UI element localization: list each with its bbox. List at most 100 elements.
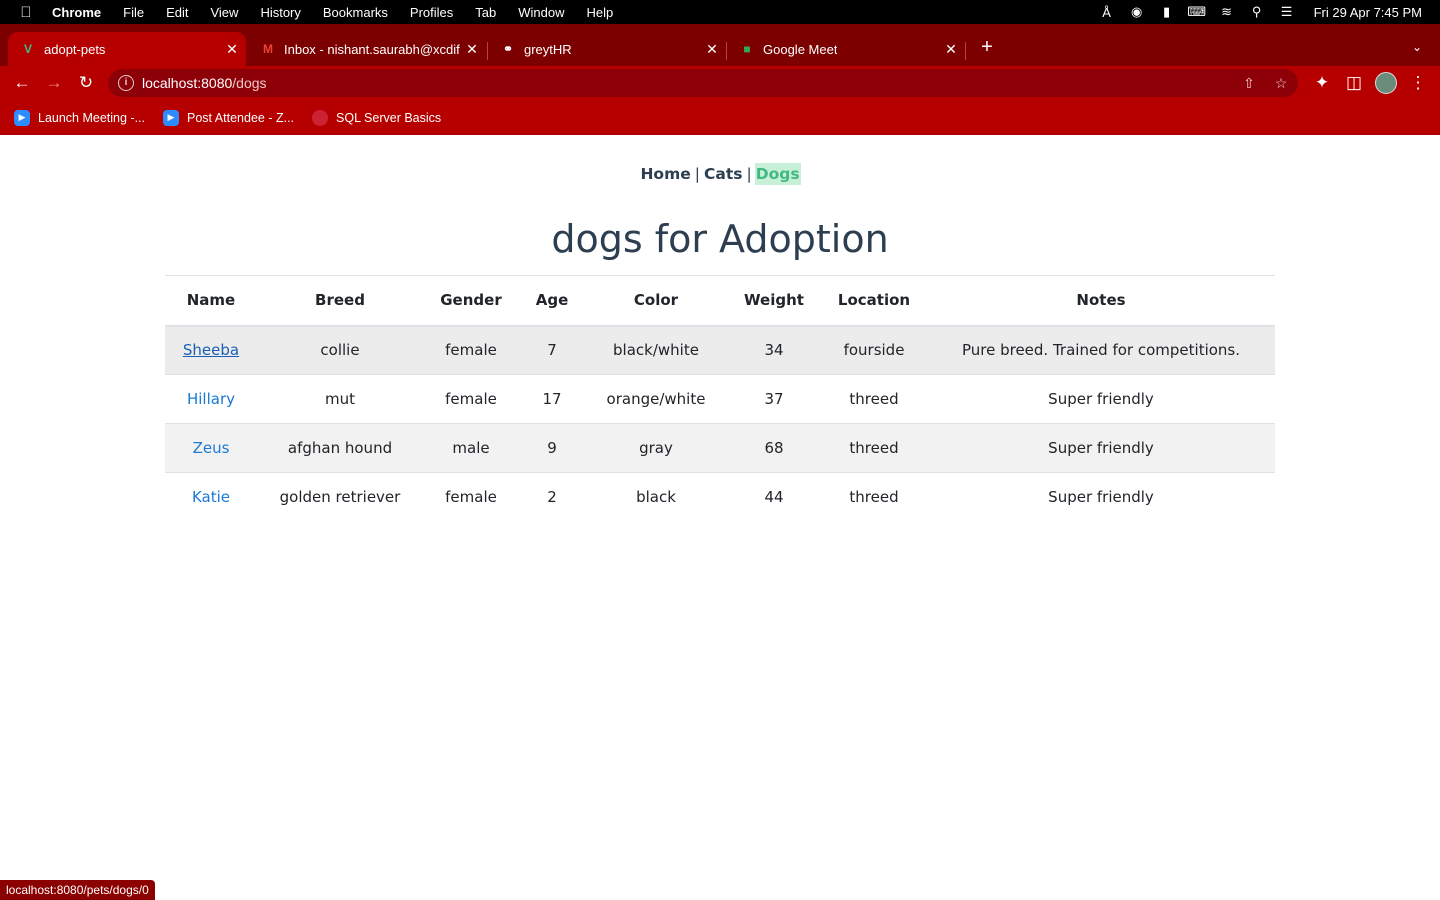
nav-link-cats[interactable]: Cats [703, 163, 743, 185]
close-icon[interactable]: ✕ [224, 41, 240, 57]
gmail-icon: M [263, 42, 273, 56]
table-row[interactable]: Hillary mut female 17 orange/white 37 th… [165, 374, 1275, 424]
table-row[interactable]: Zeus afghan hound male 9 gray 68 threed … [165, 423, 1275, 473]
nav-link-dogs[interactable]: Dogs [754, 163, 801, 185]
col-header-location: Location [821, 275, 927, 327]
cell-color: black [636, 488, 676, 507]
side-panel-icon[interactable]: ◫ [1342, 71, 1366, 95]
cell-location: threed [821, 423, 927, 473]
cell-notes: Super friendly [927, 423, 1275, 473]
cell-notes: Pure breed. Trained for competitions. [927, 325, 1275, 375]
col-header-name: Name [165, 275, 257, 327]
nav-separator: | [694, 165, 700, 183]
cell-weight: 68 [727, 423, 821, 473]
cell-breed: collie [257, 325, 423, 375]
cell-name: Hillary [165, 374, 257, 424]
menu-profiles[interactable]: Profiles [399, 5, 464, 20]
cell-breed: afghan hound [257, 423, 423, 473]
menu-window[interactable]: Window [507, 5, 575, 20]
share-icon[interactable]: ⇧ [1240, 74, 1258, 92]
menu-history[interactable]: History [249, 5, 311, 20]
menu-bookmarks[interactable]: Bookmarks [312, 5, 399, 20]
reload-icon[interactable]: ↻ [74, 71, 98, 95]
bookmark-sql-server[interactable]: SQL Server Basics [312, 109, 441, 126]
new-tab-button[interactable]: + [976, 36, 998, 58]
bookmark-post-attendee[interactable]: ▶ Post Attendee - Z... [163, 109, 295, 126]
url-path: /dogs [232, 75, 267, 91]
bookmark-star-icon[interactable]: ☆ [1272, 74, 1290, 92]
menu-file[interactable]: File [112, 5, 155, 20]
zoom-icon: ▶ [14, 109, 30, 126]
pets-table: Name Breed Gender Age Color Weight Locat… [165, 275, 1275, 522]
menu-view[interactable]: View [199, 5, 249, 20]
tab-title: Inbox - nishant.saurabh@xcdify [284, 41, 460, 57]
pet-name-link[interactable]: Hillary [187, 390, 235, 408]
tab-greythr[interactable]: ⚭ greytHR ✕ [488, 32, 726, 66]
col-header-weight: Weight [727, 275, 821, 327]
apple-menu-icon[interactable]:  [0, 4, 52, 21]
address-bar[interactable]: i localhost:8080/dogs ⇧ ☆ [108, 69, 1298, 97]
meet-icon: ■ [743, 42, 751, 56]
pet-name-link[interactable]: Zeus [193, 439, 230, 457]
url-host: localhost:8080 [142, 75, 233, 91]
wifi-icon[interactable]: ≋ [1212, 4, 1242, 20]
address-url[interactable]: localhost:8080/dogs [142, 75, 267, 91]
tab-divider [965, 42, 966, 60]
extensions-puzzle-icon[interactable]: ✦ [1310, 71, 1334, 95]
table-row[interactable]: Katie golden retriever female 2 black 44… [165, 473, 1275, 522]
pet-name-link[interactable]: Sheeba [183, 341, 239, 359]
cell-notes: Super friendly [927, 374, 1275, 424]
cell-location: threed [849, 488, 899, 507]
cell-age: 9 [519, 423, 585, 473]
col-header-gender: Gender [423, 275, 519, 327]
cell-notes: Super friendly [1048, 488, 1154, 507]
battery-icon[interactable]: ▮ [1152, 4, 1182, 20]
cell-gender: male [423, 423, 519, 473]
vue-icon: V [23, 42, 32, 56]
tab-title: greytHR [524, 41, 572, 57]
pet-name-link[interactable]: Katie [192, 488, 230, 506]
tab-google-meet[interactable]: ■ Google Meet ✕ [727, 32, 965, 66]
back-arrow-icon[interactable]: ← [10, 71, 34, 95]
menubar-clock[interactable]: Fri 29 Apr 7:45 PM [1302, 5, 1422, 20]
site-info-icon[interactable]: i [118, 75, 134, 91]
close-icon[interactable]: ✕ [943, 41, 959, 57]
menu-app-chrome[interactable]: Chrome [52, 5, 112, 20]
tab-inbox[interactable]: M Inbox - nishant.saurabh@xcdify ✕ [248, 32, 486, 66]
kebab-menu-icon[interactable]: ⋮ [1406, 71, 1430, 95]
cell-age: 7 [519, 325, 585, 375]
forward-arrow-icon[interactable]: → [42, 71, 66, 95]
search-icon[interactable]: ⚲ [1242, 4, 1272, 20]
menu-edit[interactable]: Edit [155, 5, 199, 20]
bookmarks-bar: ▶ Launch Meeting -... ▶ Post Attendee - … [0, 100, 1440, 135]
close-icon[interactable]: ✕ [464, 41, 480, 57]
globe-icon: ⚭ [502, 42, 514, 56]
col-header-notes: Notes [927, 275, 1275, 327]
cell-weight: 34 [727, 325, 821, 375]
bluetooth-icon[interactable]: Å [1092, 5, 1122, 20]
bookmark-label: Post Attendee - Z... [187, 110, 295, 125]
col-header-breed: Breed [257, 275, 423, 327]
zoom-icon: ▶ [163, 109, 180, 126]
bookmark-label: Launch Meeting -... [38, 110, 146, 125]
menu-tab[interactable]: Tab [464, 5, 507, 20]
col-header-color: Color [585, 275, 727, 327]
cell-color: gray [585, 423, 727, 473]
nav-link-home[interactable]: Home [639, 163, 691, 185]
cell-color: orange/white [585, 374, 727, 424]
tab-adopt-pets[interactable]: V adopt-pets ✕ [8, 32, 246, 66]
control-center-icon[interactable]: ☰ [1272, 4, 1302, 20]
page-content: Home | Cats | Dogs dogs for Adoption Name Br… [0, 135, 1440, 900]
tab-search-chevron-icon[interactable]: ⌄ [1406, 36, 1428, 58]
tab-title: adopt-pets [44, 41, 106, 57]
profile-avatar[interactable] [1375, 72, 1397, 94]
table-row[interactable]: Sheeba collie female 7 black/white 34 fo… [165, 325, 1275, 375]
cell-age: 17 [519, 374, 585, 424]
cell-color: black/white [585, 325, 727, 375]
close-icon[interactable]: ✕ [704, 41, 720, 57]
menu-help[interactable]: Help [576, 5, 625, 20]
keyboard-icon[interactable]: ⌨ [1182, 4, 1212, 20]
headphones-icon[interactable]: ◉ [1122, 4, 1152, 20]
bookmark-launch-meeting[interactable]: ▶ Launch Meeting -... [14, 109, 146, 126]
cell-gender: female [423, 325, 519, 375]
